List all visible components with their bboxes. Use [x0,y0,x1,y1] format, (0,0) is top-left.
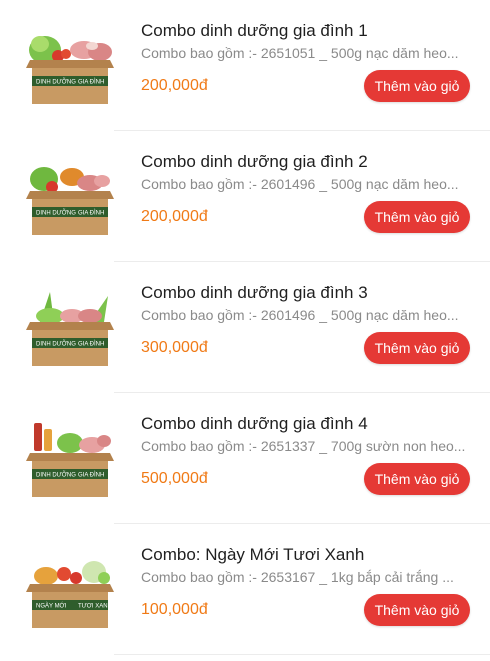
add-to-cart-button[interactable]: Thêm vào giỏ [364,332,470,364]
box-band-left-text: DINH DƯỠNG [36,79,76,86]
add-to-cart-button[interactable]: Thêm vào giỏ [364,201,470,233]
product-title[interactable]: Combo dinh dưỡng gia đình 1 [141,21,368,41]
product-title[interactable]: Combo dinh dưỡng gia đình 2 [141,152,368,172]
produce-box-icon: DINH DƯỠNG GIA ĐÌNH [26,423,114,497]
box-band-left-text: DINH DƯỠNG [36,472,76,479]
product-price: 500,000đ [141,470,208,487]
add-to-cart-button[interactable]: Thêm vào giỏ [364,463,470,495]
product-item[interactable]: DINH DƯỠNG GIA ĐÌNH Combo dinh dưỡng gia… [0,262,490,393]
product-item[interactable]: DINH DƯỠNG GIA ĐÌNH Combo dinh dưỡng gia… [0,393,490,524]
product-item[interactable]: DINH DƯỠNG GIA ĐÌNH Combo dinh dưỡng gia… [0,0,490,131]
product-description: Combo bao gồm :- 2651051 _ 500g nạc dăm … [141,45,459,61]
product-price: 200,000đ [141,77,208,94]
product-item[interactable]: NGÀY MỚI TƯƠI XANH Combo: Ngày Mới Tươi … [0,524,490,655]
box-band-right-text: GIA ĐÌNH [78,472,104,479]
box-band-right-text: GIA ĐÌNH [78,79,104,86]
add-to-cart-button[interactable]: Thêm vào giỏ [364,70,470,102]
box-band-left-text: NGÀY MỚI [36,603,67,610]
product-item[interactable]: DINH DƯỠNG GIA ĐÌNH Combo dinh dưỡng gia… [0,131,490,262]
product-title[interactable]: Combo dinh dưỡng gia đình 4 [141,414,368,434]
produce-box-icon: NGÀY MỚI TƯƠI XANH [26,561,114,628]
box-band-left-text: DINH DƯỠNG [36,210,76,217]
product-description: Combo bao gồm :- 2601496 _ 500g nạc dăm … [141,307,459,323]
add-to-cart-button[interactable]: Thêm vào giỏ [364,594,470,626]
product-description: Combo bao gồm :- 2653167 _ 1kg bắp cải t… [141,569,454,585]
product-title[interactable]: Combo: Ngày Mới Tươi Xanh [141,545,364,565]
product-price: 300,000đ [141,339,208,356]
box-band-right-text: TƯƠI XANH [78,604,112,610]
product-price: 200,000đ [141,208,208,225]
product-description: Combo bao gồm :- 2651337 _ 700g sườn non… [141,438,466,454]
produce-box-icon: DINH DƯỠNG GIA ĐÌNH [26,167,114,235]
product-list: DINH DƯỠNG GIA ĐÌNH Combo dinh dưỡng gia… [0,0,490,655]
box-band-right-text: GIA ĐÌNH [78,210,104,217]
product-description: Combo bao gồm :- 2601496 _ 500g nạc dăm … [141,176,459,192]
box-band-left-text: DINH DƯỠNG [36,341,76,348]
divider [114,654,490,655]
produce-box-icon: DINH DƯỠNG GIA ĐÌNH [26,292,114,366]
product-price: 100,000đ [141,601,208,618]
box-band-right-text: GIA ĐÌNH [78,341,104,348]
product-title[interactable]: Combo dinh dưỡng gia đình 3 [141,283,368,303]
produce-box-icon: DINH DƯỠNG GIA ĐÌNH [26,36,114,104]
